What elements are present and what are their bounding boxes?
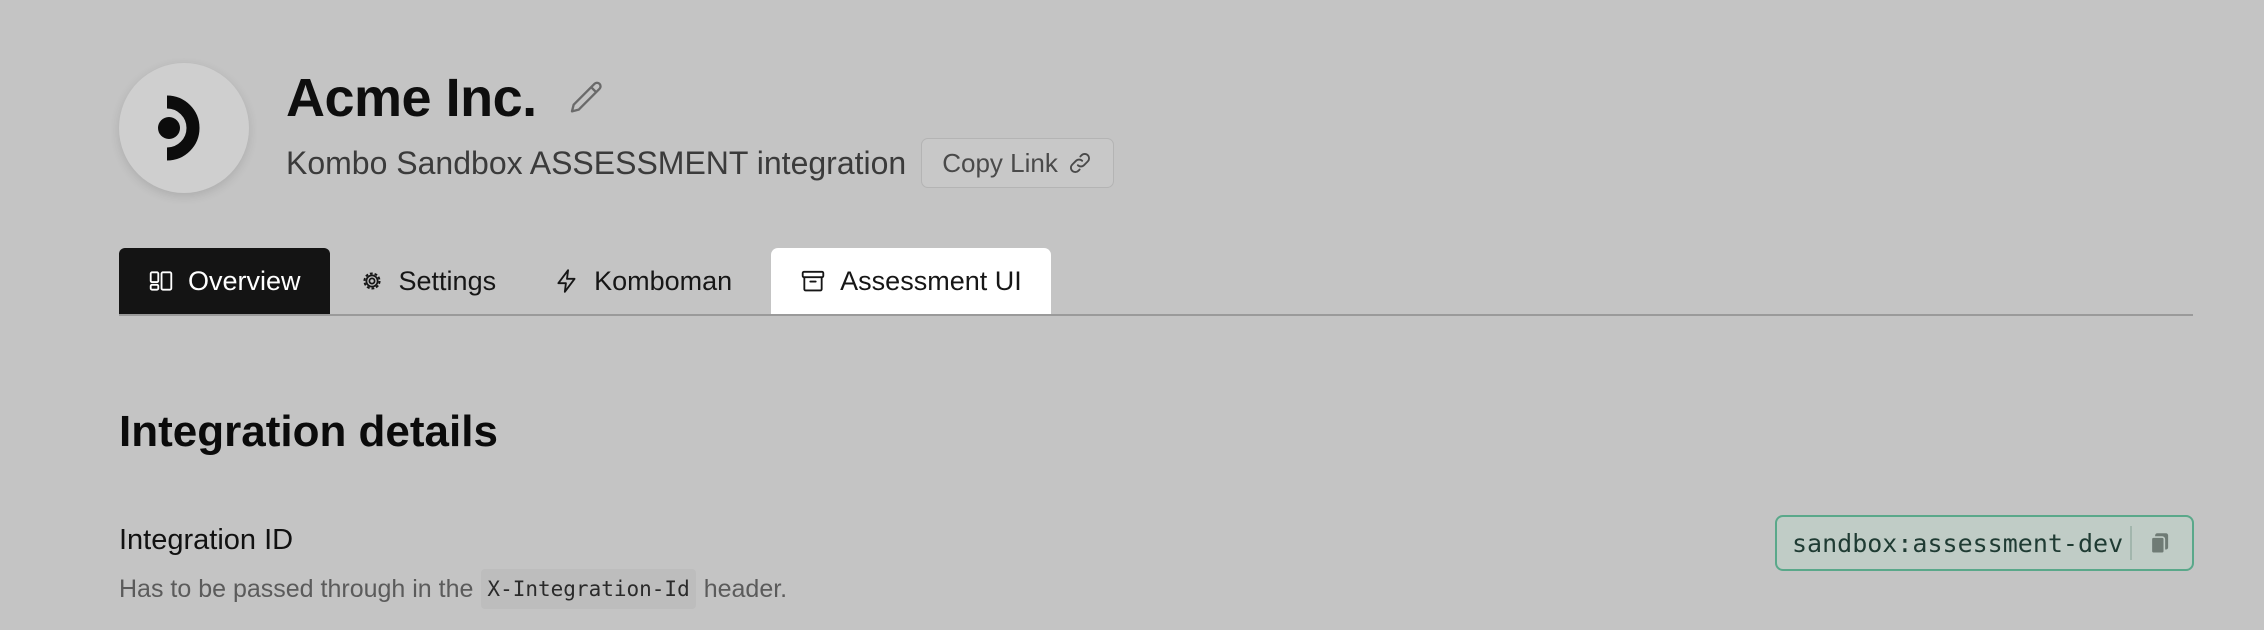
archive-icon bbox=[801, 270, 825, 292]
pencil-icon bbox=[570, 81, 602, 113]
copy-link-label: Copy Link bbox=[942, 147, 1058, 178]
tab-divider bbox=[119, 314, 2193, 316]
integration-id-description: Has to be passed through in the X-Integr… bbox=[119, 569, 787, 609]
edit-name-button[interactable] bbox=[567, 78, 607, 118]
kombo-logo-icon bbox=[158, 95, 200, 161]
gear-icon bbox=[362, 272, 381, 290]
integration-subtitle: Kombo Sandbox ASSESSMENT integration bbox=[286, 145, 907, 181]
layout-icon bbox=[149, 271, 173, 291]
integration-id-label: Integration ID bbox=[119, 524, 294, 556]
tab-assessment-ui[interactable]: Assessment UI bbox=[771, 248, 1051, 314]
tab-settings[interactable]: Settings bbox=[330, 248, 526, 314]
tab-bar: Overview Settings Komboman Assessment UI bbox=[119, 248, 1051, 314]
subtitle-row: Kombo Sandbox ASSESSMENT integration Cop… bbox=[286, 137, 1114, 189]
copy-icon bbox=[2150, 533, 2169, 555]
tab-overview[interactable]: Overview bbox=[119, 248, 330, 314]
lightning-icon bbox=[557, 269, 576, 293]
link-icon bbox=[1069, 153, 1090, 173]
description-text-end: header. bbox=[703, 575, 788, 603]
copy-id-button[interactable] bbox=[2147, 530, 2173, 556]
tab-komboman[interactable]: Komboman bbox=[525, 248, 761, 314]
title-row: Acme Inc. bbox=[286, 60, 607, 136]
description-text: Has to be passed through in the bbox=[119, 575, 474, 603]
section-title: Integration details bbox=[119, 407, 498, 456]
integration-logo bbox=[119, 63, 249, 193]
header-name-code: X-Integration-Id bbox=[481, 569, 696, 609]
integration-id-value[interactable]: sandbox:assessment-dev bbox=[1777, 529, 2123, 558]
integration-id-chip: sandbox:assessment-dev bbox=[1775, 515, 2194, 571]
tab-settings-label: Settings bbox=[398, 265, 497, 296]
copy-link-button[interactable]: Copy Link bbox=[921, 138, 1114, 188]
tab-komboman-label: Komboman bbox=[594, 265, 733, 296]
chip-divider bbox=[2130, 526, 2133, 560]
tab-assessment-ui-label: Assessment UI bbox=[840, 265, 1022, 296]
page-title: Acme Inc. bbox=[286, 68, 537, 128]
tab-overview-label: Overview bbox=[188, 265, 301, 296]
